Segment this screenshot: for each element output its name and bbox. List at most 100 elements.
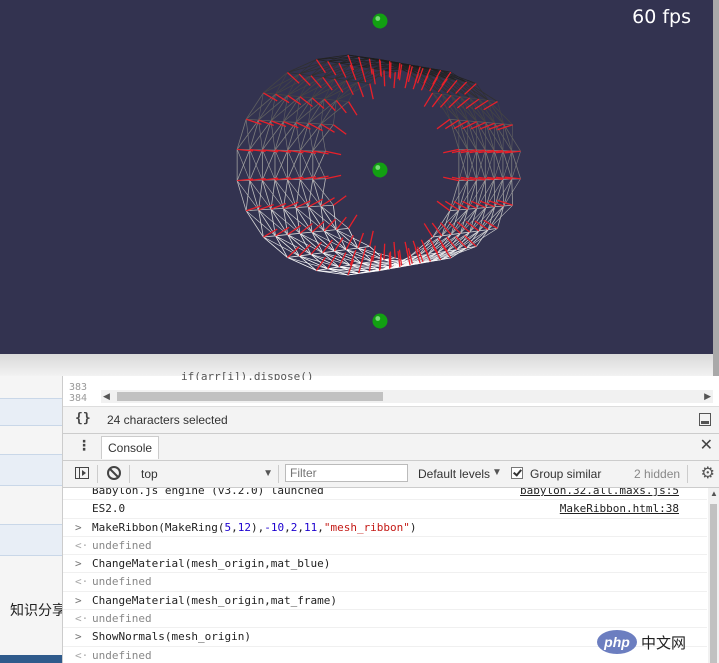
group-similar-checkbox[interactable] — [511, 467, 523, 479]
normal-line — [322, 76, 333, 91]
console-log: Babylon.js engine (v3.2.0) launched baby… — [63, 488, 707, 501]
console-input: > ChangeMaterial(mesh_origin,mat_blue) — [63, 555, 707, 574]
watermark-text: 中文网 — [641, 635, 687, 652]
input-text: ChangeMaterial(mesh_origin,mat_blue) — [92, 557, 331, 571]
mesh-edge — [458, 208, 468, 211]
pretty-print-icon[interactable]: {} — [75, 411, 91, 426]
mesh-edge — [308, 206, 337, 230]
mesh-edge — [236, 119, 247, 150]
toggle-drawer-icon[interactable] — [699, 413, 711, 426]
page-band — [0, 524, 62, 556]
mesh-edge — [357, 246, 370, 249]
input-text: ChangeMaterial(mesh_origin,mat_frame) — [92, 593, 338, 607]
mesh-edge — [441, 209, 460, 237]
mesh-edge — [450, 95, 469, 122]
hidden-count: 2 hidden — [634, 467, 681, 481]
line-number: 383 — [69, 382, 88, 393]
mesh-edge — [478, 98, 496, 124]
source-editor[interactable]: 383 384 if(arr[i]).dispose() ◀ ▶ — [63, 370, 719, 407]
mesh-edge — [336, 99, 349, 103]
clear-console-icon[interactable] — [107, 466, 121, 480]
code-token: , — [284, 520, 291, 534]
filter-input[interactable] — [285, 464, 408, 482]
mesh-edge — [327, 266, 340, 270]
selection-status: 24 characters selected — [107, 413, 228, 427]
mesh-edge — [261, 180, 272, 210]
render-canvas[interactable]: 60 fps — [0, 0, 713, 354]
normal-line — [383, 243, 386, 260]
mesh-edge — [467, 120, 477, 123]
mesh-edge — [245, 119, 251, 150]
mesh-edge — [449, 119, 460, 150]
code-token: ), — [250, 520, 265, 534]
line-numbers: 383 384 — [69, 382, 97, 404]
input-text: ShowNormals(mesh_origin) — [92, 630, 251, 644]
chevron-down-icon[interactable]: ▼ — [492, 467, 502, 478]
mesh-edge — [456, 229, 489, 250]
background-page: 知识分享 — [0, 376, 62, 663]
toolbar-divider — [278, 465, 279, 483]
tab-console[interactable]: Console — [101, 436, 160, 459]
mesh-edge — [450, 208, 469, 235]
mesh-edge — [460, 96, 478, 122]
mesh-edge — [312, 178, 334, 206]
mesh-edge — [236, 180, 247, 211]
mesh-edge — [308, 123, 314, 152]
console-input: > ChangeMaterial(mesh_origin,mat_frame) — [63, 592, 707, 611]
source-link[interactable]: babylon.32.all.maxs.js:5 — [520, 488, 679, 500]
gear-icon[interactable]: ⚙ — [701, 463, 715, 483]
normal-line — [332, 195, 347, 206]
mesh-edge — [441, 93, 460, 121]
code-token: ) — [409, 520, 417, 534]
normal-line — [393, 72, 396, 89]
context-value: top — [141, 467, 158, 481]
mesh-edge — [503, 123, 513, 152]
mesh-edge — [236, 180, 259, 211]
mesh-edge — [262, 179, 284, 209]
normal-line — [383, 70, 386, 87]
mesh-edge — [261, 120, 272, 150]
console-result: <· undefined — [63, 610, 707, 629]
normal-line — [335, 216, 347, 231]
scroll-left-icon[interactable]: ◀ — [103, 391, 110, 402]
mesh-edge — [449, 118, 459, 121]
scrollbar-thumb[interactable] — [117, 392, 383, 401]
mesh-edge — [308, 97, 313, 124]
scroll-right-icon[interactable]: ▶ — [704, 391, 711, 402]
mesh-edge — [346, 247, 359, 251]
normal-line — [311, 221, 325, 233]
page-text: 知识分享 — [10, 602, 62, 618]
result-text: undefined — [92, 575, 152, 589]
more-tabs-icon[interactable]: ⋮ — [77, 437, 91, 454]
canvas-window-border — [713, 0, 719, 376]
code-token: , — [297, 520, 304, 534]
normal-line — [369, 83, 374, 100]
toolbar-divider — [97, 465, 98, 483]
mesh-edge — [449, 209, 459, 212]
sphere-highlight — [375, 316, 381, 321]
log-levels-select[interactable]: Default levels — [418, 467, 490, 481]
mesh-edge — [487, 205, 505, 230]
close-icon[interactable]: ✕ — [700, 435, 713, 455]
green-sphere — [372, 13, 388, 29]
context-select[interactable]: top ▼ — [137, 465, 273, 483]
source-link[interactable]: MakeRibbon.html:38 — [560, 500, 679, 518]
drawer-header: ⋮ Console ✕ — [63, 434, 719, 461]
code-token: , — [231, 520, 238, 534]
line-number: 384 — [69, 393, 88, 404]
code-line: if(arr[i]).dispose() — [181, 370, 314, 380]
normal-line — [393, 241, 396, 258]
horizontal-scrollbar[interactable]: ◀ ▶ — [101, 390, 713, 403]
mesh-edge — [320, 205, 349, 229]
console-sidebar-icon[interactable] — [75, 467, 89, 479]
canvas-window-edge — [0, 354, 719, 376]
mesh-edge — [295, 96, 301, 123]
normal-line — [320, 197, 335, 207]
scroll-up-icon[interactable]: ▲ — [710, 489, 718, 498]
mesh-edge — [478, 206, 496, 232]
mesh-edge — [466, 228, 498, 249]
mesh-edge — [503, 178, 513, 207]
input-chevron-icon: > — [75, 520, 82, 534]
sphere-highlight — [375, 165, 381, 170]
mesh-scene — [236, 13, 521, 329]
